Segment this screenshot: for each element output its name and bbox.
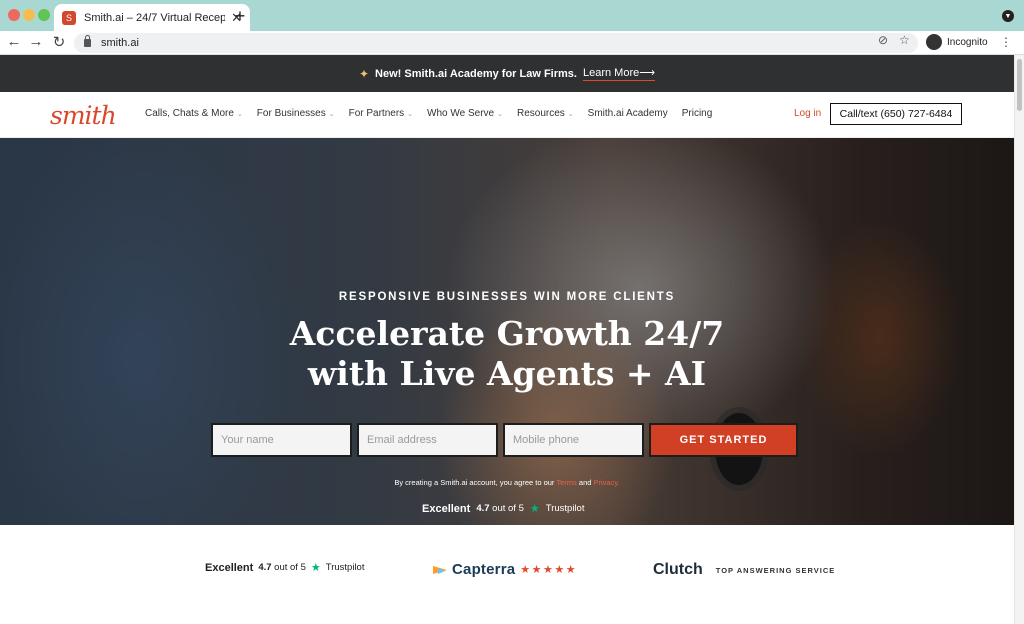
hero-headline: Accelerate Growth 24/7 with Live Agents … (0, 314, 1014, 394)
review-badges: Excellent 4.7 out of 5 ★ Trustpilot Capt… (0, 555, 1014, 585)
sparkle-icon: ✦ (358, 66, 370, 81)
browser-toolbar: ← → ↻ smith.ai ⊘ ☆ Incognito ⋮ (0, 31, 1024, 55)
favicon-icon: S (62, 10, 76, 25)
trustpilot-badge[interactable]: Excellent 4.7 out of 5 ★ Trustpilot (205, 561, 365, 575)
browser-tab[interactable]: S Smith.ai – 24/7 Virtual Receptio ✕ (54, 4, 250, 31)
minimize-window-button[interactable] (23, 9, 35, 21)
call-text-button[interactable]: Call/text (650) 727-6484 (830, 103, 962, 125)
nav-item-label: For Partners (348, 108, 405, 119)
phone-input[interactable] (503, 423, 644, 457)
reload-icon[interactable]: ↻ (51, 33, 67, 51)
chevron-down-icon: ⌄ (328, 110, 335, 118)
privacy-link[interactable]: Privacy. (594, 478, 620, 487)
chevron-down-icon: ⌄ (407, 110, 414, 118)
browser-menu-icon[interactable]: ⋮ (1000, 35, 1012, 49)
terms-notice: By creating a Smith.ai account, you agre… (0, 478, 1014, 487)
trustpilot-brand: Trustpilot (325, 562, 365, 573)
login-link[interactable]: Log in (794, 108, 821, 119)
badge-rating-label: Excellent (205, 561, 254, 574)
address-bar[interactable]: smith.ai (74, 33, 918, 53)
rating-label: Excellent (422, 502, 471, 515)
nav-item-calls-chats[interactable]: Calls, Chats & More ⌄ (145, 108, 243, 119)
terms-prefix: By creating a Smith.ai account, you agre… (394, 478, 555, 487)
clutch-badge[interactable]: Clutch TOP ANSWERING SERVICE (653, 561, 835, 579)
maximize-window-button[interactable] (38, 9, 50, 21)
terms-link[interactable]: Terms (556, 478, 576, 487)
hero-headline-line2: with Live Agents + AI (307, 354, 707, 393)
nav-item-label: Who We Serve (427, 108, 495, 119)
clutch-tagline: TOP ANSWERING SERVICE (715, 565, 836, 575)
capterra-badge[interactable]: Capterra ★★★★★ (433, 561, 577, 578)
trustpilot-star-icon: ★ (310, 562, 321, 574)
nav-item-label: Calls, Chats & More (145, 108, 234, 119)
tab-search-icon[interactable]: ▼ (1002, 10, 1014, 22)
email-input[interactable] (357, 423, 498, 457)
close-window-button[interactable] (8, 9, 20, 21)
trustpilot-star-icon: ★ (529, 503, 540, 515)
incognito-label: Incognito (947, 36, 988, 48)
rating-score-value: 4.7 (476, 503, 490, 514)
chevron-down-icon: ⌄ (236, 110, 243, 118)
name-input[interactable] (211, 423, 352, 457)
incognito-indicator[interactable]: Incognito (926, 34, 988, 50)
scrollbar-thumb[interactable] (1017, 59, 1022, 111)
capterra-logo-icon (433, 565, 447, 575)
nav-item-label: For Businesses (256, 108, 326, 119)
smith-logo[interactable]: smith (50, 101, 117, 130)
nav-item-label: Smith.ai Academy (587, 108, 668, 119)
hero-trustpilot-rating[interactable]: Excellent 4.7 out of 5 ★ Trustpilot (422, 502, 585, 516)
nav-menu: Calls, Chats & More ⌄ For Businesses ⌄ For… (145, 108, 726, 119)
forward-icon[interactable]: → (28, 33, 44, 50)
announcement-learn-more-link[interactable]: Learn More⟶ (582, 66, 655, 81)
browser-titlebar: S Smith.ai – 24/7 Virtual Receptio ✕ + ▼ (0, 0, 1024, 31)
clutch-brand: Clutch (653, 561, 703, 578)
nav-item-for-businesses[interactable]: For Businesses ⌄ (257, 108, 335, 119)
nav-item-academy[interactable]: Smith.ai Academy (588, 108, 668, 119)
nav-item-pricing[interactable]: Pricing (682, 108, 713, 119)
nav-item-for-partners[interactable]: For Partners ⌄ (349, 108, 413, 119)
bookmark-star-icon[interactable]: ☆ (899, 33, 910, 47)
terms-and: and (578, 478, 592, 487)
main-navigation: smith Calls, Chats & More ⌄ For Businesse… (0, 92, 1014, 138)
nav-item-label: Pricing (681, 108, 713, 119)
get-started-button[interactable]: GET STARTED (649, 423, 798, 457)
hero-eyebrow: RESPONSIVE BUSINESSES WIN MORE CLIENTS (338, 291, 676, 303)
capterra-stars: ★★★★★ (520, 564, 578, 576)
rating-score: 4.7 out of 5 (476, 503, 524, 514)
chevron-down-icon: ⌄ (497, 110, 503, 118)
announcement-bar: ✦ New! Smith.ai Academy for Law Firms. L… (0, 55, 1014, 92)
url-text: smith.ai (101, 37, 139, 49)
back-icon[interactable]: ← (6, 33, 22, 50)
signup-form: GET STARTED (211, 423, 798, 457)
badge-rating-score: 4.7 out of 5 (258, 562, 306, 573)
trustpilot-brand: Trustpilot (545, 503, 585, 514)
tracking-blocked-icon[interactable]: ⊘ (878, 33, 888, 47)
badge-out-of: out of 5 (274, 562, 306, 573)
page-viewport: ✦ New! Smith.ai Academy for Law Firms. L… (0, 55, 1014, 624)
announcement-text: New! Smith.ai Academy for Law Firms. (375, 67, 577, 80)
nav-item-who-we-serve[interactable]: Who We Serve ⌄ (427, 108, 503, 119)
chevron-down-icon: ⌄ (567, 110, 574, 118)
page-scrollbar[interactable] (1014, 55, 1024, 624)
badge-score-value: 4.7 (258, 562, 272, 573)
tab-title: Smith.ai – 24/7 Virtual Receptio (84, 11, 226, 24)
capterra-brand: Capterra (452, 561, 516, 578)
rating-out-of: out of 5 (492, 503, 524, 514)
new-tab-button[interactable]: + (232, 6, 248, 27)
hero-headline-line1: Accelerate Growth 24/7 (289, 314, 725, 353)
nav-item-resources[interactable]: Resources ⌄ (517, 108, 574, 119)
hero-section: RESPONSIVE BUSINESSES WIN MORE CLIENTS A… (0, 138, 1014, 525)
nav-item-label: Resources (516, 108, 565, 119)
incognito-icon (926, 34, 942, 50)
lock-icon (84, 35, 91, 47)
